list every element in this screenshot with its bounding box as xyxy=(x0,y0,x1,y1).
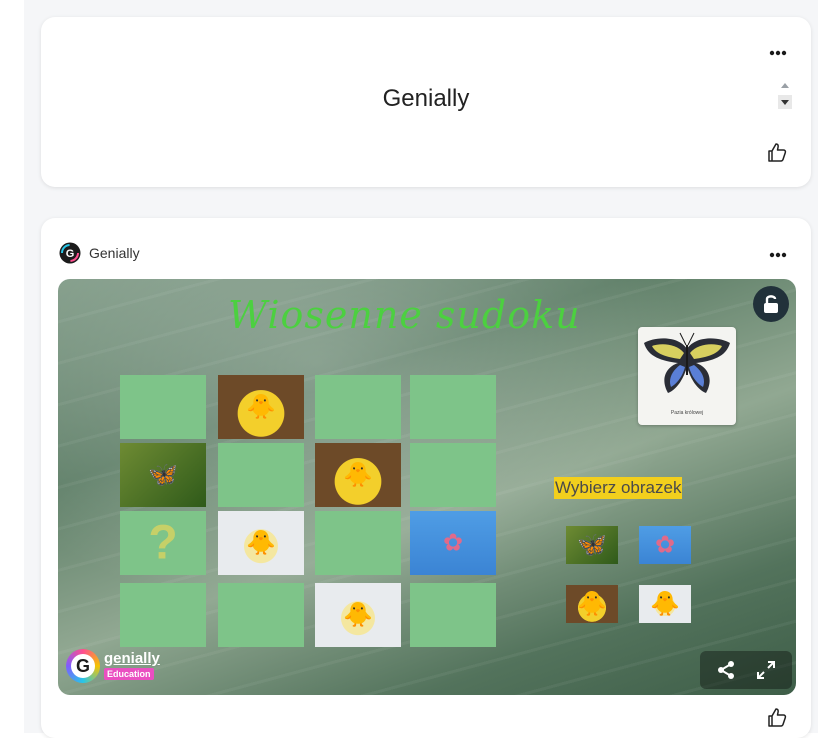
chick-icon: 🐥 xyxy=(650,590,680,618)
grid-cell-chick-dark[interactable]: 🐥 xyxy=(218,375,304,439)
choice-chick-dark[interactable]: 🐥 xyxy=(566,585,618,623)
grid-cell-chick-dark[interactable]: 🐥 xyxy=(315,443,401,507)
grid-cell-empty[interactable] xyxy=(218,443,304,507)
title-card: Genially xyxy=(41,17,811,187)
grid-cell-question[interactable]: ? xyxy=(120,511,206,575)
genially-logo-icon: G xyxy=(66,649,100,683)
choice-flower[interactable]: ✿ xyxy=(639,526,691,564)
grid-cell-chick-light[interactable]: 🐥 xyxy=(218,511,304,575)
arrow-down-icon xyxy=(781,100,789,105)
genially-logo-icon: G xyxy=(59,242,81,264)
butterfly-image xyxy=(644,332,730,393)
grid-cell-butterfly[interactable]: 🦋 xyxy=(120,443,206,507)
grid-cell-empty[interactable] xyxy=(120,375,206,439)
flower-icon: ✿ xyxy=(654,531,676,559)
chick-icon: 🐥 xyxy=(343,601,373,629)
scroll-up-button[interactable] xyxy=(778,79,792,93)
grid-cell-empty[interactable] xyxy=(120,583,206,647)
share-button[interactable] xyxy=(714,658,738,682)
grid-cell-empty[interactable] xyxy=(410,443,496,507)
post-author[interactable]: G Genially xyxy=(59,242,140,264)
thumbs-up-icon xyxy=(768,708,787,727)
butterfly-icon: 🦋 xyxy=(577,531,607,559)
question-mark-icon: ? xyxy=(148,516,178,570)
svg-text:G: G xyxy=(66,248,75,260)
genially-education-badge[interactable]: G genially Education xyxy=(66,649,176,687)
embed-title: Wiosenne sudoku xyxy=(228,293,581,337)
genially-embed[interactable]: Wiosenne sudoku 🐥 🦋 🐥? 🐥 ✿ 🐥 Pazia królowej xyxy=(58,279,796,695)
more-options-button[interactable] xyxy=(769,47,787,57)
grid-cell-empty[interactable] xyxy=(315,375,401,439)
selected-image-preview: Pazia królowej xyxy=(638,327,736,425)
arrow-up-icon xyxy=(781,83,789,88)
unlock-icon xyxy=(764,295,778,313)
fullscreen-button[interactable] xyxy=(754,658,778,682)
more-options-button[interactable] xyxy=(769,249,787,259)
grid-cell-flower[interactable]: ✿ xyxy=(410,511,496,575)
choice-chick-light[interactable]: 🐥 xyxy=(639,585,691,623)
post-card: G Genially Wiosenne sudoku 🐥 🦋 🐥? 🐥 ✿ 🐥 xyxy=(41,218,811,738)
thumbs-up-icon xyxy=(768,143,787,162)
chick-icon: 🐥 xyxy=(246,529,276,557)
badge-tag: Education xyxy=(104,668,154,680)
grid-cell-empty[interactable] xyxy=(315,511,401,575)
like-button[interactable] xyxy=(765,706,789,730)
like-button[interactable] xyxy=(765,141,789,165)
flower-icon: ✿ xyxy=(442,529,464,557)
unlock-button[interactable] xyxy=(753,286,789,322)
grid-cell-chick-light[interactable]: 🐥 xyxy=(315,583,401,647)
more-horizontal-icon xyxy=(769,252,787,258)
preview-caption: Pazia królowej xyxy=(670,410,704,416)
grid-cell-empty[interactable] xyxy=(410,583,496,647)
chick-icon: 🐥 xyxy=(343,461,373,489)
embed-toolbar xyxy=(700,651,792,689)
badge-wordmark: genially xyxy=(104,650,160,667)
share-icon xyxy=(718,661,734,679)
choice-butterfly[interactable]: 🦋 xyxy=(566,526,618,564)
card-title: Genially xyxy=(382,85,470,112)
scroll-arrows xyxy=(778,79,792,111)
chick-icon: 🐥 xyxy=(577,590,607,618)
grid-cell-empty[interactable] xyxy=(410,375,496,439)
more-horizontal-icon xyxy=(769,50,787,56)
choose-image-label: Wybierz obrazek xyxy=(554,477,683,499)
scroll-down-button[interactable] xyxy=(778,95,792,109)
author-name: Genially xyxy=(89,245,140,261)
chick-icon: 🐥 xyxy=(246,393,276,421)
fullscreen-icon xyxy=(757,661,775,679)
butterfly-icon: 🦋 xyxy=(148,461,178,489)
grid-cell-empty[interactable] xyxy=(218,583,304,647)
